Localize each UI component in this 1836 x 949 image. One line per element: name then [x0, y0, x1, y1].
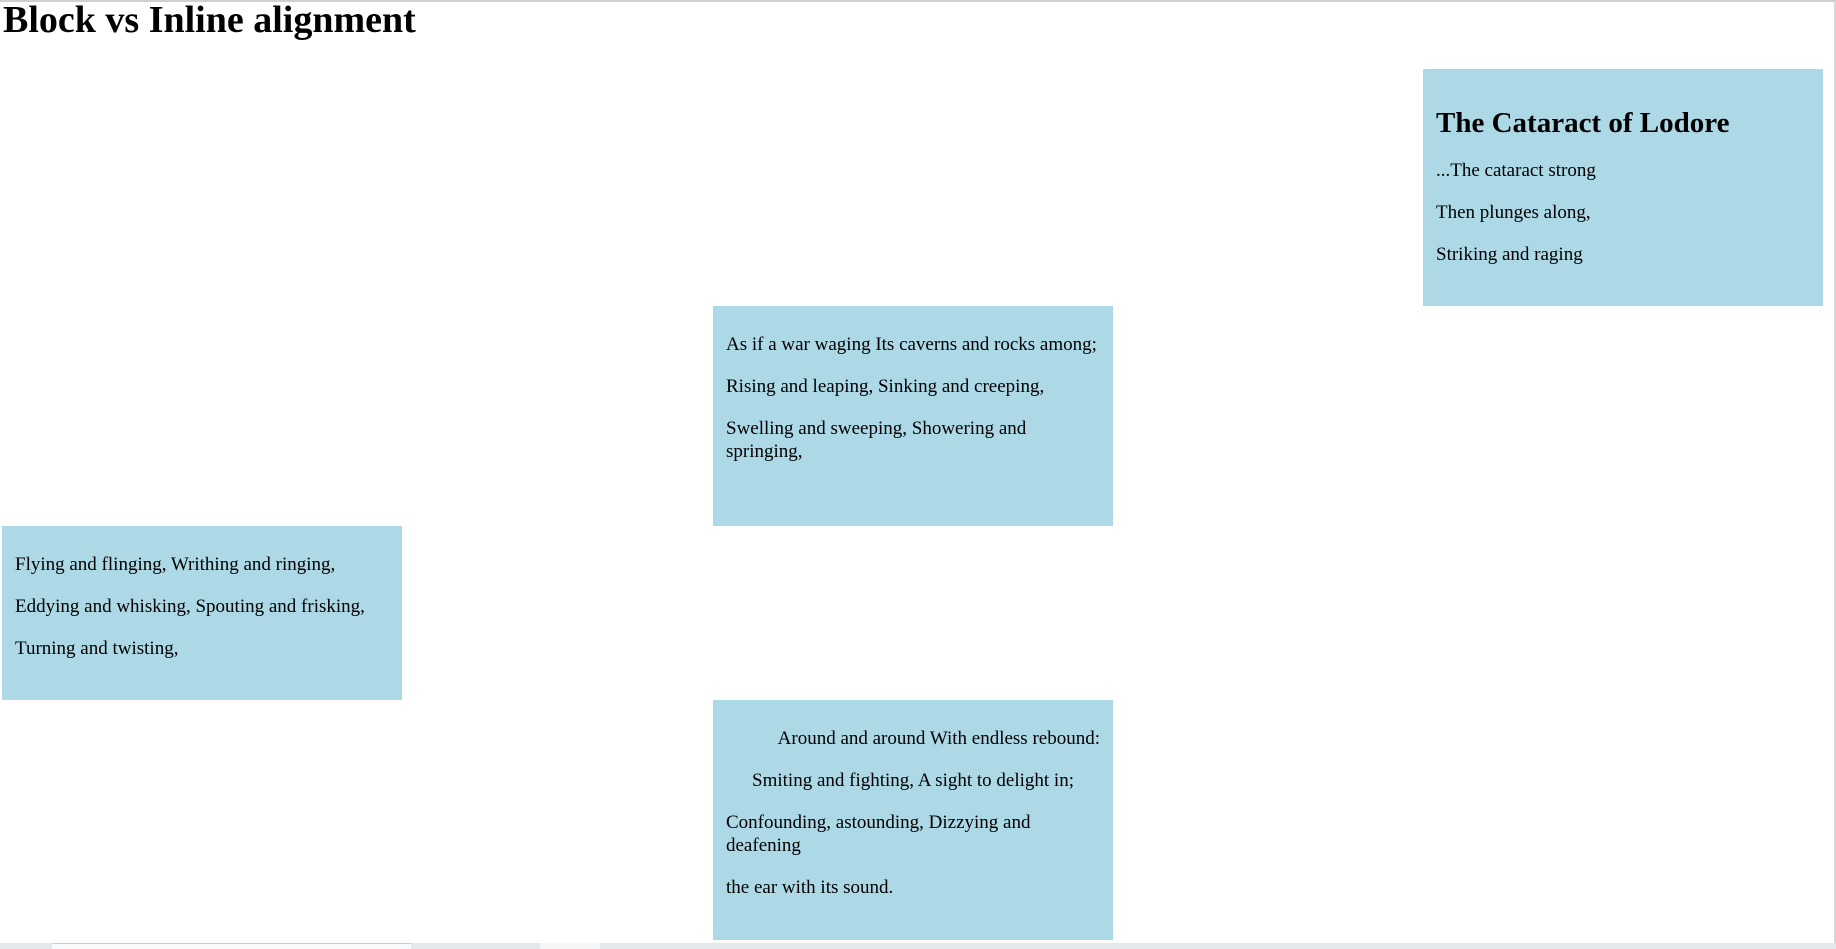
poem-line: Confounding, astounding, Dizzying and de… [726, 812, 1031, 856]
poem-box-right: The Cataract of Lodore ...The cataract s… [1423, 69, 1823, 306]
poem-line: Eddying and whisking, Spouting and frisk… [15, 596, 365, 617]
poem-line: Then plunges along, [1436, 202, 1591, 223]
poem-line: Rising and leaping, Sinking and creeping… [726, 376, 1045, 397]
poem-line: ...The cataract strong [1436, 160, 1596, 181]
poem-line: Striking and raging [1436, 244, 1583, 265]
poem-box-left: Flying and flinging, Writhing and ringin… [2, 526, 402, 700]
poem-line: Flying and flinging, Writhing and ringin… [15, 554, 336, 575]
page-title: Block vs Inline alignment [3, 0, 416, 41]
poem-box-center: As if a war waging Its caverns and rocks… [713, 306, 1113, 526]
poem-line: As if a war waging Its caverns and rocks… [726, 334, 1097, 355]
poem-line: Turning and twisting, [15, 638, 179, 659]
bottom-strip-gap [540, 943, 600, 949]
poem-line: Swelling and sweeping, Showering and spr… [726, 418, 1027, 462]
page: Block vs Inline alignment The Cataract o… [0, 0, 1836, 949]
poem-line-right-aligned: Around and around With endless rebound: [777, 728, 1100, 749]
poem-line: the ear with its sound. [726, 877, 894, 898]
poem-heading: The Cataract of Lodore [1436, 107, 1730, 139]
poem-box-bottom: Around and around With endless rebound: … [713, 700, 1113, 940]
bottom-input-field[interactable] [52, 943, 411, 949]
poem-line-center-aligned: Smiting and fighting, A sight to delight… [752, 770, 1074, 791]
